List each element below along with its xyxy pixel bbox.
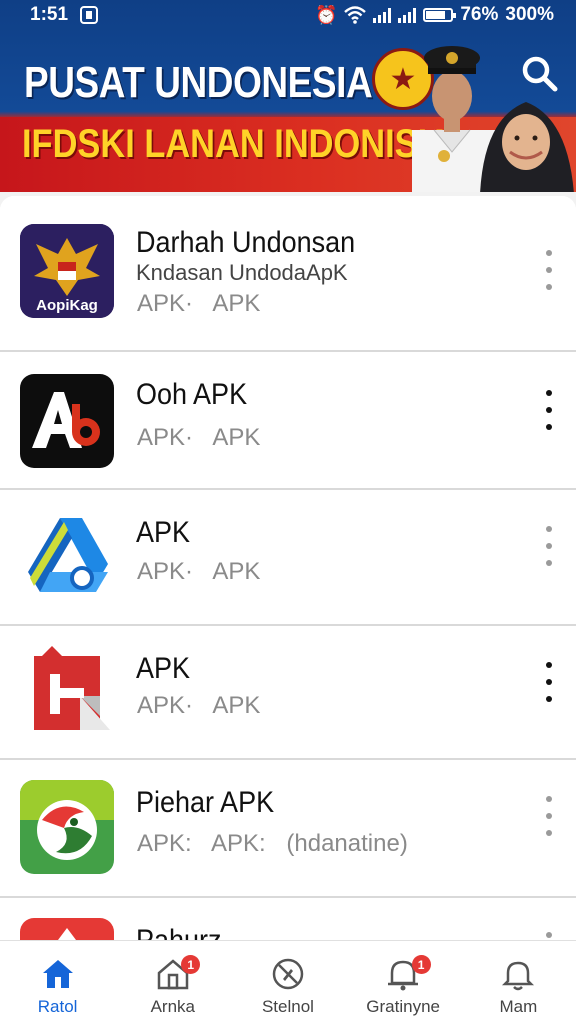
nav-label: Arnka [150, 997, 195, 1016]
red-paper-icon [20, 646, 114, 740]
list-item[interactable]: APK APK· APK [0, 490, 576, 626]
a-logo-icon [20, 374, 114, 468]
status-time: 1:51 [30, 4, 69, 25]
nav-item-ratol[interactable]: Ratol [0, 941, 115, 1024]
nav-label: Mam [499, 997, 538, 1016]
woman-portrait [480, 102, 574, 192]
more-options-icon[interactable] [540, 796, 558, 836]
nav-label: Stelnol [261, 997, 314, 1016]
app-meta: APK· APK [137, 692, 261, 719]
sim-icon [80, 6, 99, 24]
compass-icon [272, 958, 304, 990]
more-options-icon[interactable] [540, 250, 558, 290]
list-item[interactable]: AopiKag Darhah Undonsan Kndasan UndodaAp… [0, 196, 576, 352]
status-indicators: ⏰ 76% 300% [315, 4, 554, 26]
green-bird-icon [20, 780, 114, 874]
signal-icon [373, 7, 392, 23]
nav-item-gratinyne[interactable]: 1 Gratinyne [346, 941, 461, 1024]
nav-label: Gratinyne [366, 997, 440, 1016]
header-subtitle: IFDSKI LANAN INDONISIA [22, 122, 452, 166]
nav-item-stelnol[interactable]: Stelnol [230, 941, 345, 1024]
header-banner: 1:51 ⏰ 76% 300% PUSAT UNDONESIA IFDSKI L… [0, 0, 576, 192]
list-item[interactable]: Piehar APK APK: APK: (hdanatine) [0, 760, 576, 898]
bottom-navigation: Ratol 1 Arnka Stelnol 1 Gratinyne Mam [0, 940, 576, 1024]
search-icon[interactable] [520, 54, 560, 94]
more-options-icon[interactable] [540, 390, 558, 430]
wifi-icon [344, 6, 367, 24]
signal-icon-2 [398, 7, 417, 23]
status-bar: 1:51 ⏰ 76% 300% [0, 0, 576, 30]
drive-like-icon [20, 510, 114, 604]
garuda-icon: AopiKag [20, 224, 114, 318]
alarm-icon: ⏰ [314, 4, 338, 25]
app-title: Darhah Undonsan [136, 226, 356, 259]
app-meta: APK· APK [137, 424, 261, 451]
bell-outline-icon [502, 961, 535, 991]
battery-icon [423, 8, 457, 22]
list-item[interactable]: Pahurz [0, 898, 576, 942]
app-meta: APK· APK [137, 290, 261, 317]
status-extra: 300% [505, 4, 554, 25]
notification-badge: 1 [181, 955, 201, 974]
red-app-icon [20, 918, 114, 942]
garuda-icon-text: AopiKag [36, 297, 98, 314]
app-list: AopiKag Darhah Undonsan Kndasan UndodaAp… [0, 196, 576, 942]
more-options-icon[interactable] [540, 662, 558, 702]
header-title: PUSAT UNDONESIA [24, 58, 373, 107]
home-icon [42, 960, 73, 988]
list-item[interactable]: APK APK· APK [0, 626, 576, 760]
list-item[interactable]: Ooh APK APK· APK [0, 352, 576, 490]
app-title: APK [136, 516, 191, 549]
app-meta: APK: APK: (hdanatine) [137, 830, 408, 857]
app-title: APK [136, 652, 191, 685]
notification-badge: 1 [411, 955, 431, 974]
nav-item-mam[interactable]: Mam [461, 941, 576, 1024]
nav-item-arnka[interactable]: 1 Arnka [115, 941, 230, 1024]
more-options-icon[interactable] [540, 526, 558, 566]
app-subtitle: Kndasan UndodaApK [136, 260, 348, 285]
battery-percent: 76% [460, 4, 499, 25]
app-title: Ooh APK [136, 378, 248, 411]
app-meta: APK· APK [137, 558, 261, 585]
nav-label: Ratol [37, 997, 78, 1016]
app-title: Piehar APK [136, 786, 275, 819]
